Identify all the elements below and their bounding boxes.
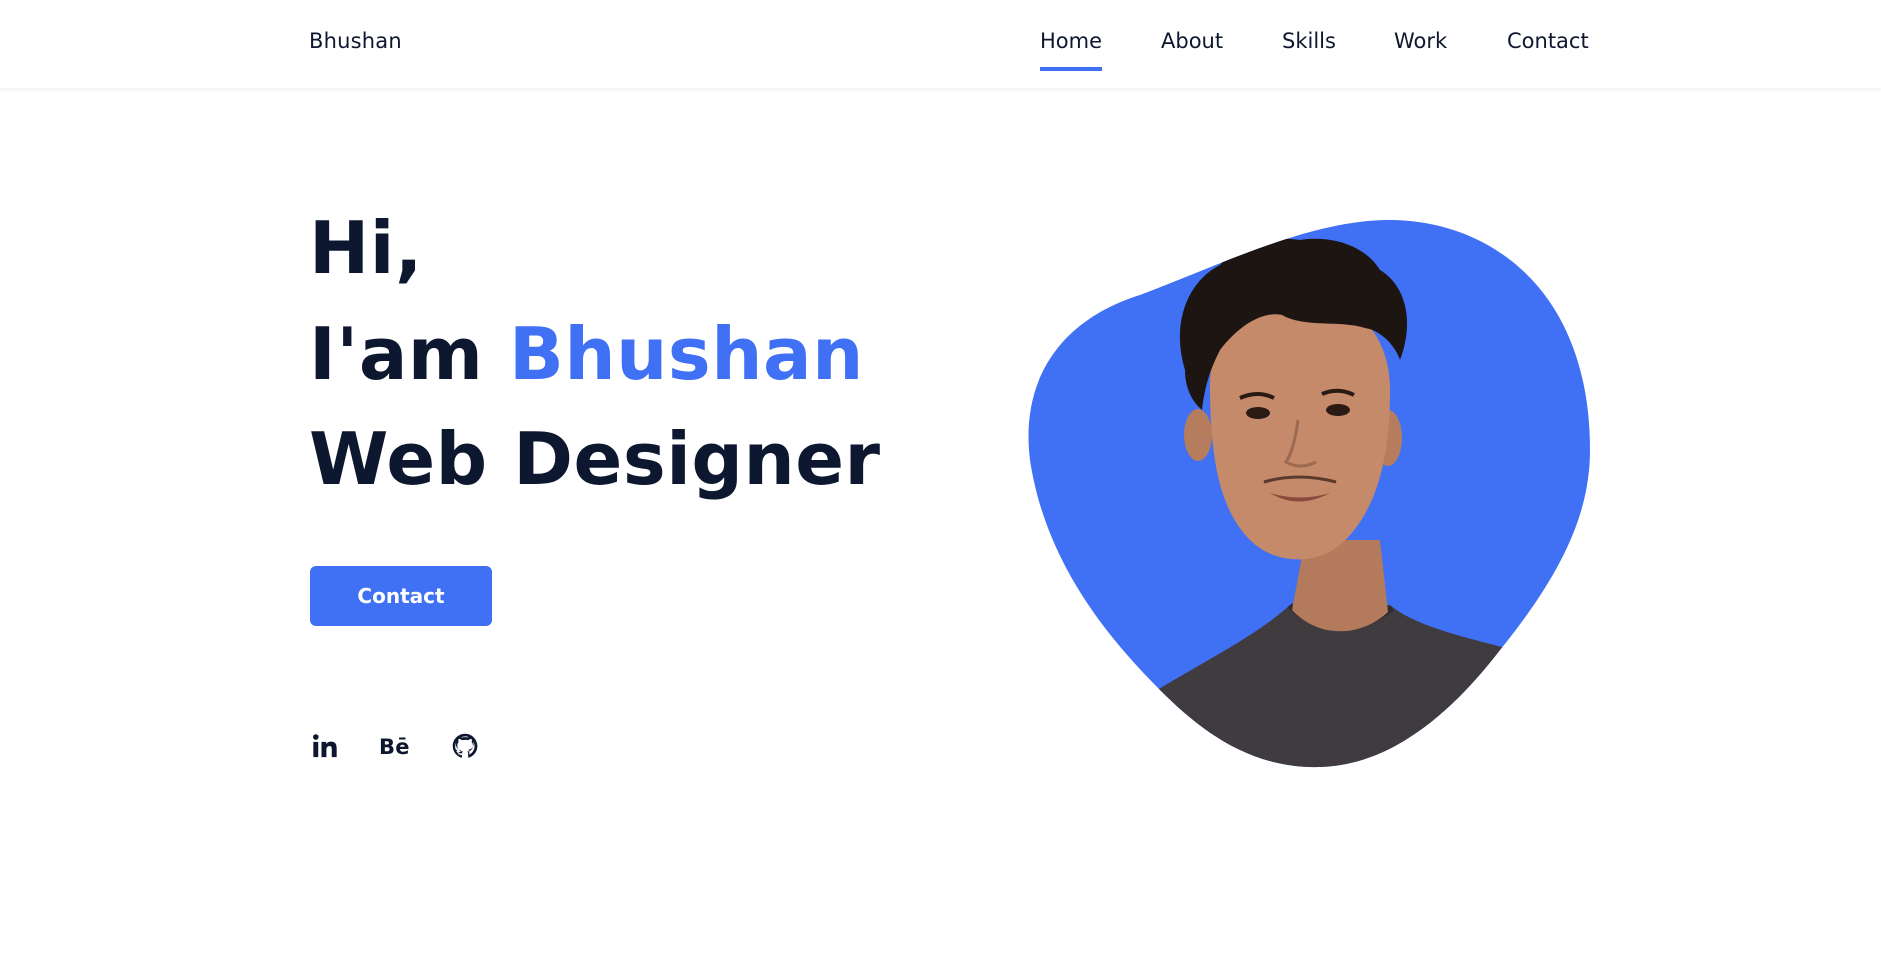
nav-item-skills[interactable]: Skills <box>1282 29 1336 53</box>
hero-greeting: Hi, <box>309 206 423 290</box>
site-header: Bhushan Home About Skills Work Contact <box>0 0 1881 88</box>
hero-role: Web Designer <box>309 417 881 501</box>
behance-icon-label: Bē <box>379 735 410 759</box>
main-nav: Home About Skills Work Contact <box>0 29 1881 73</box>
nav-item-home[interactable]: Home <box>1040 29 1103 71</box>
nav-item-about[interactable]: About <box>1161 29 1223 53</box>
contact-button[interactable]: Contact <box>310 566 492 626</box>
linkedin-icon[interactable] <box>311 732 341 762</box>
github-icon[interactable] <box>451 732 481 762</box>
portrait-illustration <box>1028 220 1590 768</box>
behance-icon[interactable]: Bē <box>379 732 410 762</box>
nav-item-contact[interactable]: Contact <box>1507 29 1589 53</box>
hero-intro: I'am Bhushan <box>309 318 864 390</box>
nav-item-work[interactable]: Work <box>1394 29 1447 53</box>
hero-name: Bhushan <box>509 312 864 396</box>
hero-intro-prefix: I'am <box>309 312 484 396</box>
